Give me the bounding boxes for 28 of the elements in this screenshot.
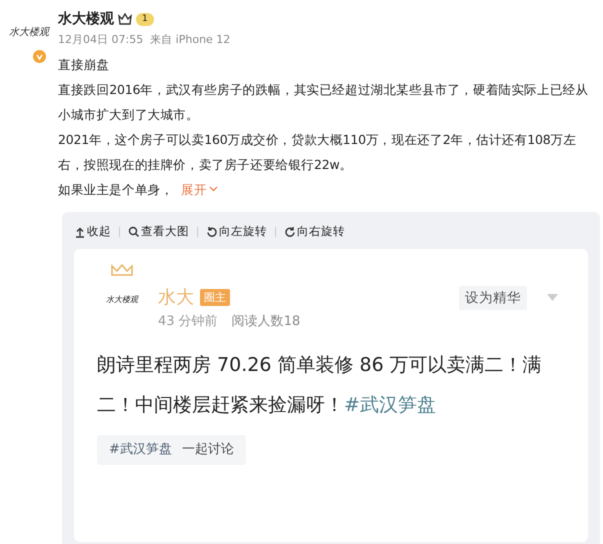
- toolbar-button[interactable]: 向右旋转: [284, 222, 345, 240]
- post-paragraph: 直接跌回2016年，武汉有些房子的跌幅，其实已经超过湖北某些县市了，硬着陆实际上已经从小城市扩大到了大城市。: [58, 80, 590, 124]
- toolbar-button[interactable]: 查看大图: [128, 222, 189, 240]
- crown-icon: [118, 13, 132, 25]
- read-count: 阅读人数18: [232, 312, 300, 330]
- rotate-right-icon: [284, 226, 296, 238]
- search-icon: [128, 226, 140, 238]
- card-text: 朗诗里程两房 70.26 简单装修 86 万可以卖满二！满二！中间楼层赶紧来捡漏呀！#武汉笋盘: [96, 353, 543, 418]
- topic-tag[interactable]: #武汉笋盘 一起讨论: [97, 435, 246, 464]
- post-title: 直接崩盘: [58, 56, 110, 74]
- upload-arrow-icon: [74, 226, 86, 238]
- avatar-text: 水大楼观: [106, 294, 138, 306]
- toolbar-button[interactable]: 收起: [74, 222, 111, 240]
- level-badge: 1: [136, 12, 154, 26]
- rotate-left-icon: [206, 226, 218, 238]
- chevron-down-icon: [208, 186, 218, 192]
- post-meta: 12月04日 07:55 来自 iPhone 12: [58, 32, 232, 48]
- feature-button[interactable]: 设为精华: [459, 286, 527, 310]
- hashtag-link[interactable]: #武汉笋盘: [344, 394, 436, 416]
- toolbar-button[interactable]: 向左旋转: [206, 222, 267, 240]
- author-name[interactable]: 水大楼观: [58, 8, 114, 30]
- avatar-text: 水大楼观: [9, 26, 49, 40]
- crown-icon: [111, 264, 133, 276]
- post-time: 43 分钟前: [158, 312, 218, 330]
- post-paragraph: 如果业主是个单身，: [58, 180, 174, 198]
- role-badge: 圈主: [200, 288, 230, 306]
- post-paragraph: 2021年，这个房子可以卖160万成交价，贷款大概110万，现在还了2年，估计还有108万左右，按照现在的挂牌价，卖了房子还要给银行22w。: [58, 130, 578, 174]
- dropdown-icon[interactable]: [547, 294, 558, 302]
